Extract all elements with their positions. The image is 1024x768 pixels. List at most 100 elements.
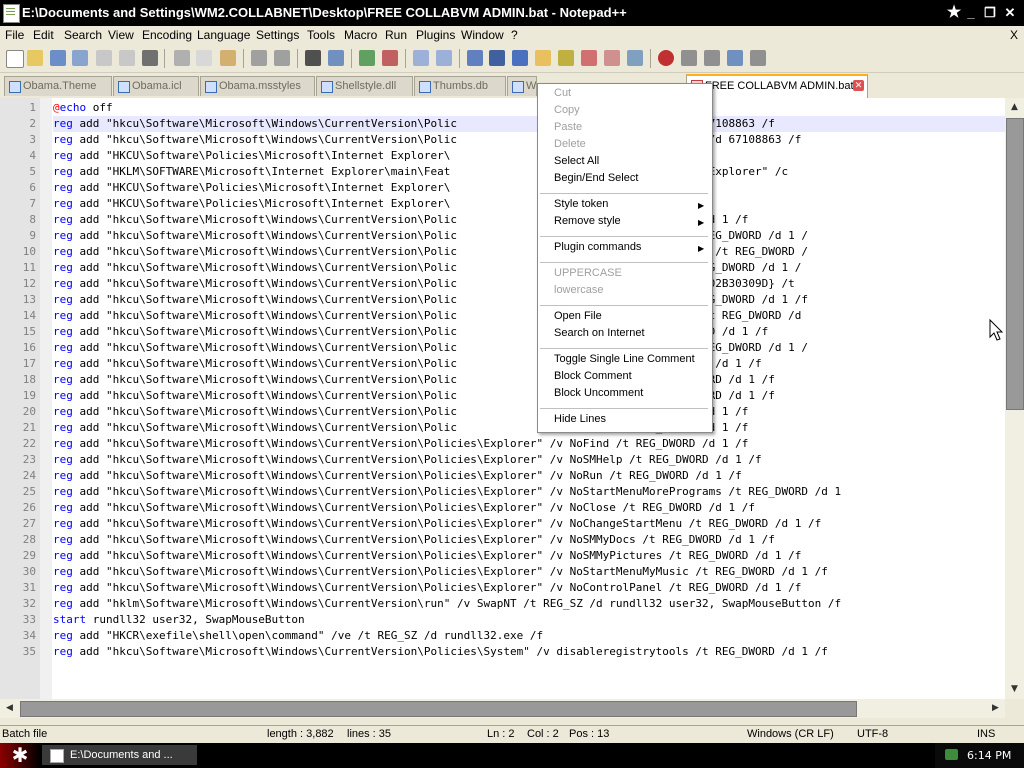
paste-icon[interactable] [220,50,236,66]
code-line[interactable]: 35 reg add "hkcu\Software\Microsoft\Windo… [23,644,1005,660]
code-line[interactable]: 12 reg add "hkcu\Software\Microsoft\Windo… [23,276,1005,292]
code-line[interactable]: 13 reg add "hkcu\Software\Microsoft\Windo… [23,292,1005,308]
context-menu-item[interactable]: Block Uncomment [554,387,643,399]
cut-icon[interactable] [174,50,190,66]
code-line[interactable]: 33 start rundll32 user32, SwapMouseButton [23,612,1005,628]
function-list-icon[interactable] [581,50,597,66]
code-line[interactable]: 27 reg add "hkcu\Software\Microsoft\Windo… [23,516,1005,532]
user-language-icon[interactable] [535,50,551,66]
code-area[interactable]: 1 @echo off 2 reg add "hkcu\Software\Micros… [23,100,1005,660]
code-line[interactable]: 15 reg add "hkcu\Software\Microsoft\Windo… [23,324,1005,340]
menu-file[interactable]: File [5,28,24,42]
code-line[interactable]: 23 reg add "hkcu\Software\Microsoft\Windo… [23,452,1005,468]
sync-vertical-icon[interactable] [413,50,429,66]
menu-view[interactable]: View [108,28,134,42]
context-menu-item[interactable]: Open File [554,310,602,322]
menu-help[interactable]: ? [511,28,518,42]
code-line[interactable]: 9 reg add "hkcu\Software\Microsoft\Window… [29,228,1005,244]
close-file-icon[interactable] [96,50,112,66]
context-menu-item[interactable]: Hide Lines [554,413,606,425]
folder-workspace-icon[interactable] [604,50,620,66]
scroll-down-arrow-icon[interactable]: ▼ [1006,681,1023,698]
code-line[interactable]: 22 reg add "hkcu\Software\Microsoft\Windo… [23,436,1005,452]
menu-encoding[interactable]: Encoding [142,28,192,42]
indent-guide-icon[interactable] [512,50,528,66]
save-macro-icon[interactable] [750,50,766,66]
document-map-icon[interactable] [558,50,574,66]
code-line[interactable]: 18 reg add "hkcu\Software\Microsoft\Windo… [23,372,1005,388]
code-line[interactable]: 2 reg add "hkcu\Software\Microsoft\Window… [29,116,1005,132]
menu-plugins[interactable]: Plugins [416,28,455,42]
code-line[interactable]: 3 reg add "hkcu\Software\Microsoft\Window… [29,132,1005,148]
code-line[interactable]: 17 reg add "hkcu\Software\Microsoft\Windo… [23,356,1005,372]
document-close-button[interactable]: X [1010,28,1018,42]
code-line[interactable]: 34 reg add "HKCR\exefile\shell\open\comma… [23,628,1005,644]
record-macro-icon[interactable] [658,50,674,66]
sync-horizontal-icon[interactable] [436,50,452,66]
new-file-icon[interactable] [6,50,24,68]
scroll-right-arrow-icon[interactable]: ▶ [987,700,1004,717]
tab-w[interactable]: W [507,76,537,96]
code-line[interactable]: 21 reg add "hkcu\Software\Microsoft\Windo… [23,420,1005,436]
minimize-button[interactable]: _ [961,4,981,21]
copy-icon[interactable] [196,50,212,66]
tab-shellstyle-dll[interactable]: Shellstyle.dll [316,76,413,96]
menu-settings[interactable]: Settings [256,28,299,42]
code-line[interactable]: 11 reg add "hkcu\Software\Microsoft\Windo… [23,260,1005,276]
replace-icon[interactable] [328,50,344,66]
code-line[interactable]: 31 reg add "hkcu\Software\Microsoft\Windo… [23,580,1005,596]
menu-window[interactable]: Window [461,28,504,42]
code-line[interactable]: 6 reg add "HKCU\Software\Policies\Microso… [29,180,1005,196]
scroll-up-arrow-icon[interactable]: ▲ [1006,99,1023,116]
code-line[interactable]: 4 reg add "HKCU\Software\Policies\Microso… [29,148,1005,164]
code-line[interactable]: 5 reg add "HKLM\SOFTWARE\Microsoft\Intern… [29,164,1005,180]
network-tray-icon[interactable] [945,749,958,760]
code-line[interactable]: 30 reg add "hkcu\Software\Microsoft\Windo… [23,564,1005,580]
menu-search[interactable]: Search [64,28,102,42]
zoom-in-icon[interactable] [359,50,375,66]
menu-edit[interactable]: Edit [33,28,54,42]
restore-button[interactable]: ❐ [980,4,1000,21]
close-all-icon[interactable] [119,50,135,66]
code-line[interactable]: 7 reg add "HKCU\Software\Policies\Microso… [29,196,1005,212]
editor[interactable]: 1 @echo off 2 reg add "hkcu\Software\Micros… [0,98,1005,699]
code-line[interactable]: 14 reg add "hkcu\Software\Microsoft\Windo… [23,308,1005,324]
tab-thumbs-db[interactable]: Thumbs.db [414,76,506,96]
context-menu-item[interactable]: Remove style [554,215,621,227]
code-line[interactable]: 25 reg add "hkcu\Software\Microsoft\Windo… [23,484,1005,500]
play-macro-icon[interactable] [704,50,720,66]
menu-macro[interactable]: Macro [344,28,377,42]
menu-language[interactable]: Language [197,28,250,42]
code-line[interactable]: 19 reg add "hkcu\Software\Microsoft\Windo… [23,388,1005,404]
code-line[interactable]: 16 reg add "hkcu\Software\Microsoft\Windo… [23,340,1005,356]
code-line[interactable]: 1 @echo off [29,100,1005,116]
menu-run[interactable]: Run [385,28,407,42]
horizontal-scroll-thumb[interactable] [20,701,857,717]
vertical-scrollbar[interactable]: ▲ ▼ [1005,98,1024,699]
code-line[interactable]: 20 reg add "hkcu\Software\Microsoft\Windo… [23,404,1005,420]
title-bar[interactable]: E:\Documents and Settings\WM2.COLLABNET\… [0,0,1024,26]
undo-icon[interactable] [251,50,267,66]
tab-obama-msstyles[interactable]: Obama.msstyles [200,76,315,96]
word-wrap-icon[interactable] [467,50,483,66]
context-menu-item[interactable]: Block Comment [554,370,632,382]
code-line[interactable]: 29 reg add "hkcu\Software\Microsoft\Windo… [23,548,1005,564]
save-all-icon[interactable] [72,50,88,66]
zoom-out-icon[interactable] [382,50,398,66]
menu-tools[interactable]: Tools [307,28,335,42]
close-button[interactable]: ✕ [1000,4,1020,21]
vertical-scroll-thumb[interactable] [1006,118,1024,410]
code-line[interactable]: 10 reg add "hkcu\Software\Microsoft\Windo… [23,244,1005,260]
code-line[interactable]: 24 reg add "hkcu\Software\Microsoft\Windo… [23,468,1005,484]
open-file-icon[interactable] [27,50,43,66]
context-menu-item[interactable]: Select All [554,155,599,167]
show-all-chars-icon[interactable] [489,50,505,66]
tab-free-collabvm-admin-bat[interactable]: FREE COLLABVM ADMIN.bat ✕ [686,74,868,98]
code-line[interactable]: 26 reg add "hkcu\Software\Microsoft\Windo… [23,500,1005,516]
tab-obama-theme[interactable]: Obama.Theme [4,76,112,96]
context-menu-item[interactable]: Search on Internet [554,327,645,339]
find-icon[interactable] [305,50,321,66]
code-line[interactable]: 28 reg add "hkcu\Software\Microsoft\Windo… [23,532,1005,548]
stop-macro-icon[interactable] [681,50,697,66]
start-button[interactable]: ✱ [0,743,40,768]
